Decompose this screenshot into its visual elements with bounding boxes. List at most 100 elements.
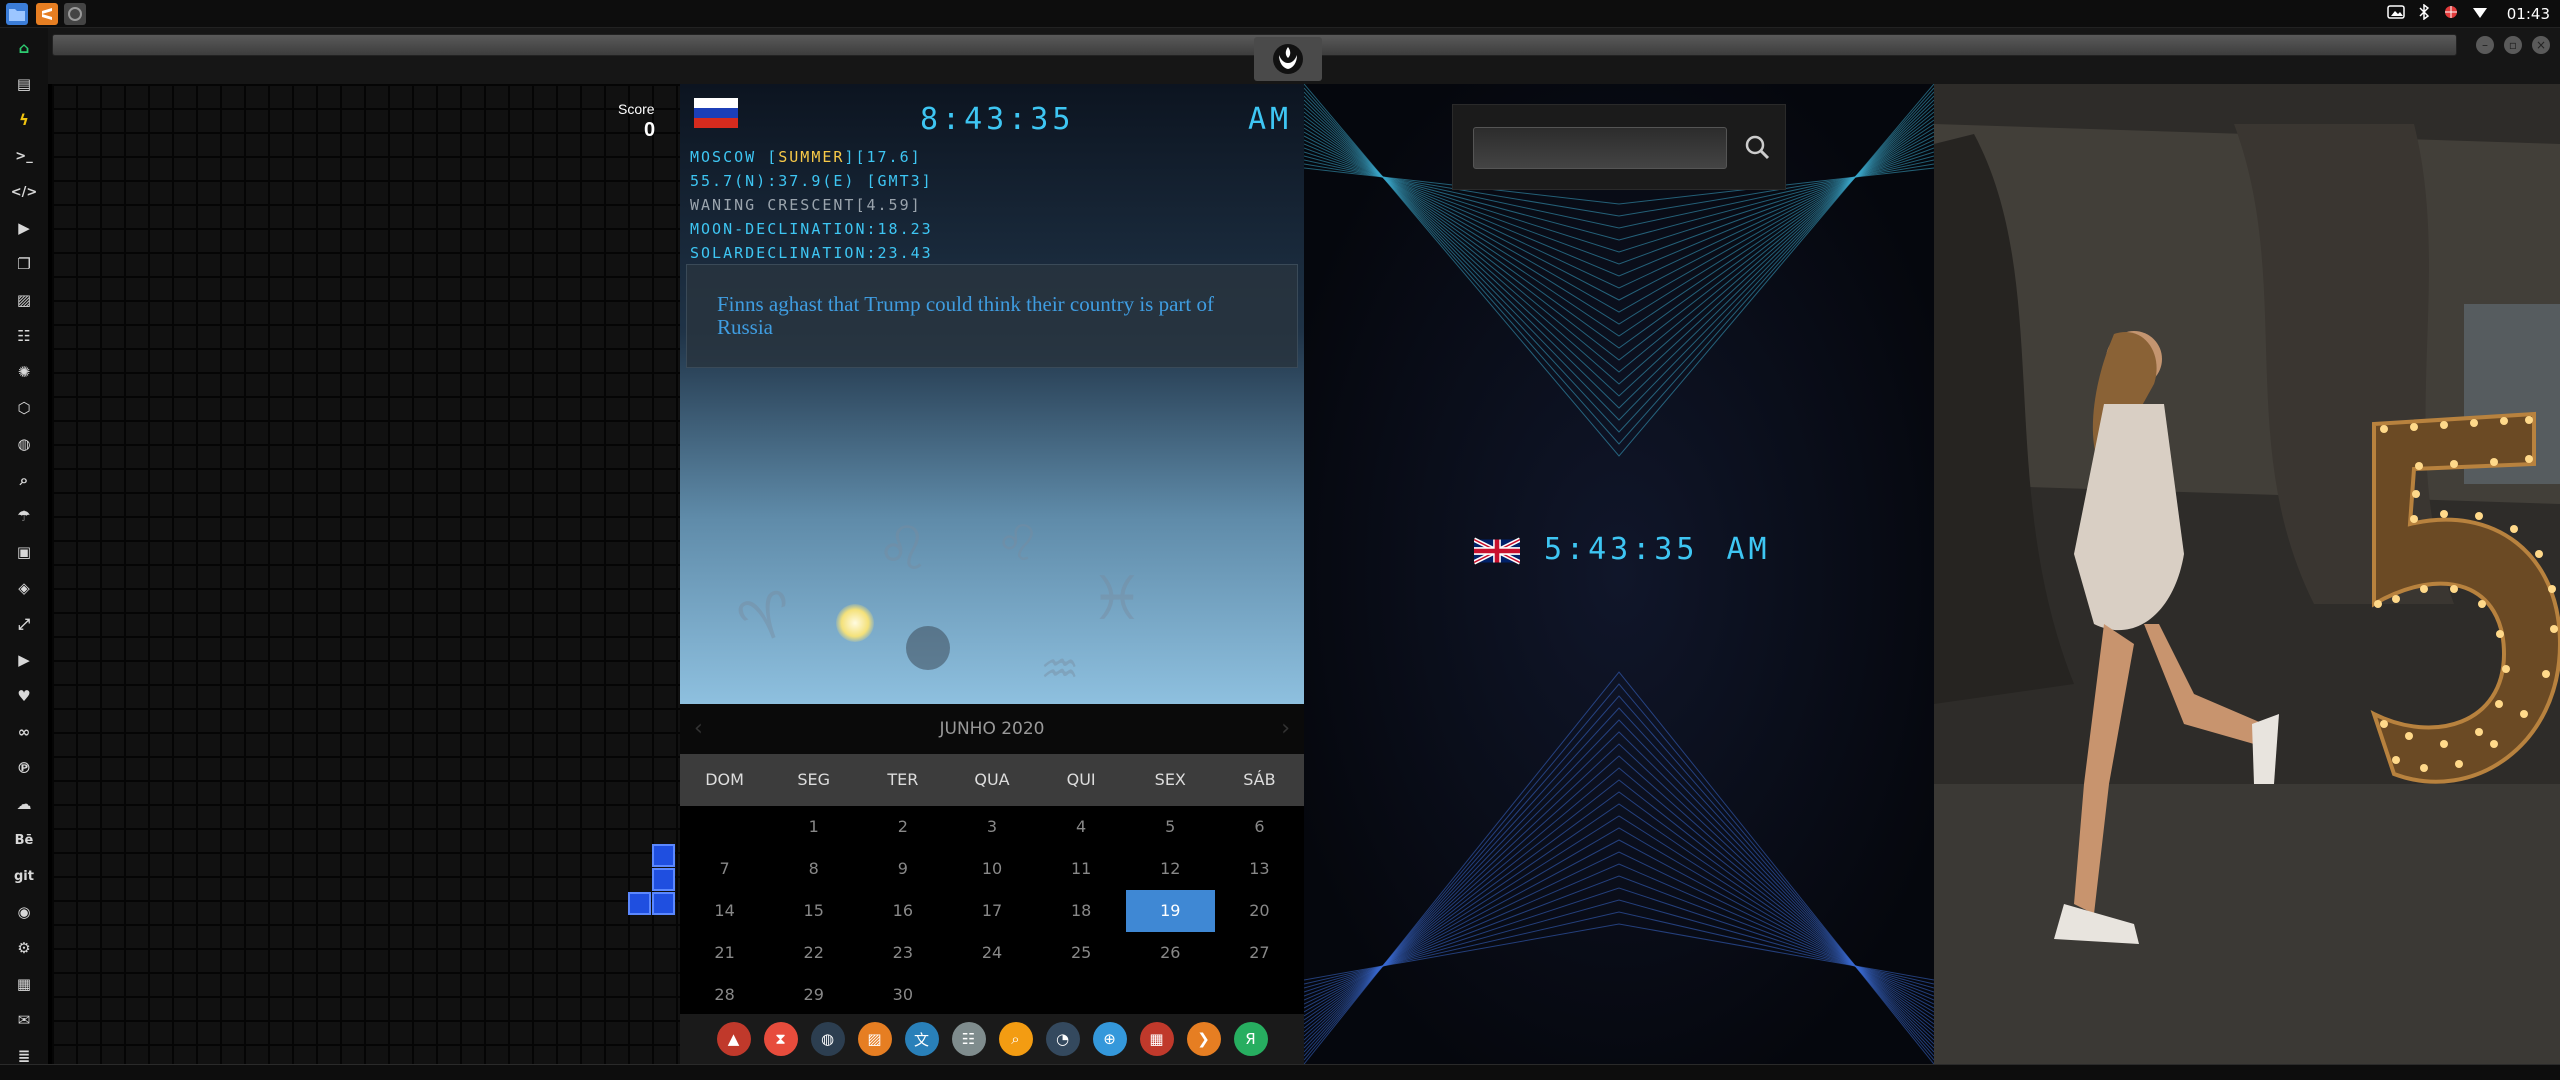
cloud-icon[interactable]: ☁ <box>12 792 36 816</box>
hexagon-icon[interactable]: ⬡ <box>12 396 36 420</box>
settings-icon[interactable]: ✺ <box>12 360 36 384</box>
image-viewer-icon[interactable]: ▨ <box>857 1022 892 1056</box>
web-icon[interactable]: ⊕ <box>1092 1022 1127 1056</box>
calendar-day[interactable]: 6 <box>1215 806 1304 848</box>
minimize-icon[interactable]: – <box>2476 36 2494 54</box>
files-icon[interactable]: ❐ <box>12 252 36 276</box>
play-icon[interactable]: ▶ <box>12 216 36 240</box>
search-input[interactable] <box>1473 127 1727 169</box>
calendar-day[interactable]: 27 <box>1215 932 1304 974</box>
search-icon[interactable] <box>1739 129 1775 165</box>
calendar-day <box>1126 974 1215 1016</box>
infinity-icon[interactable]: ∞ <box>12 720 36 744</box>
calendar-day[interactable]: 15 <box>769 890 858 932</box>
home-icon[interactable]: ⌂ <box>12 36 36 60</box>
git-icon[interactable]: git <box>12 864 36 888</box>
screenshot-icon[interactable] <box>2387 5 2405 23</box>
app-launcher-icon[interactable]: ▲ <box>716 1022 751 1056</box>
tag-icon[interactable]: ◈ <box>12 576 36 600</box>
calendar-day[interactable]: 20 <box>1215 890 1304 932</box>
github-icon[interactable]: ◉ <box>12 900 36 924</box>
tetris-board[interactable] <box>52 84 680 1064</box>
calendar-day[interactable]: 24 <box>947 932 1036 974</box>
maximize-icon[interactable]: ▫ <box>2504 36 2522 54</box>
expand-icon[interactable]: ⤢ <box>12 612 36 636</box>
calendar-day[interactable]: 4 <box>1037 806 1126 848</box>
heart-icon[interactable]: ♥ <box>12 684 36 708</box>
zodiac-sign: ♒ <box>1040 644 1080 695</box>
zodiac-sign: ♈ <box>729 576 805 662</box>
bicycle-icon[interactable]: ⚙ <box>12 936 36 960</box>
bottom-status-bar <box>0 1064 2560 1080</box>
wifi-icon[interactable] <box>2472 5 2487 23</box>
calendar-week: 7 8 9 10 11 12 13 <box>680 848 1304 890</box>
calendar-day[interactable]: 13 <box>1215 848 1304 890</box>
map-icon[interactable]: ▦ <box>12 972 36 996</box>
calendar-day[interactable]: 16 <box>858 890 947 932</box>
calendar-day[interactable]: 1 <box>769 806 858 848</box>
calendar-day[interactable]: 19 <box>1125 890 1215 932</box>
calendar-day[interactable]: 14 <box>680 890 769 932</box>
folder-icon[interactable] <box>6 3 28 25</box>
calendar-day <box>680 806 769 848</box>
news-icon[interactable]: ☷ <box>12 324 36 348</box>
behance-icon[interactable]: Bē <box>12 828 36 852</box>
news-headline[interactable]: Finns aghast that Trump could think thei… <box>687 265 1297 367</box>
arrow-icon[interactable]: ❯ <box>1186 1022 1221 1056</box>
rebel-alliance-icon[interactable] <box>1254 37 1322 81</box>
calendar-day[interactable]: 5 <box>1126 806 1215 848</box>
calendar-day[interactable]: 22 <box>769 932 858 974</box>
calendar-day[interactable]: 17 <box>947 890 1036 932</box>
close-icon[interactable]: × <box>2532 36 2550 54</box>
hourglass-icon[interactable]: ⧗ <box>763 1022 798 1056</box>
calendar-header: ‹ JUNHO 2020 › <box>680 704 1304 754</box>
calendar-day[interactable]: 28 <box>680 974 769 1016</box>
sublime-icon[interactable] <box>36 3 58 25</box>
tetris-block <box>652 868 675 891</box>
calendar-day[interactable]: 11 <box>1037 848 1126 890</box>
calendar-day[interactable]: 23 <box>858 932 947 974</box>
translate-icon[interactable]: 文 <box>904 1022 939 1056</box>
bluetooth-icon[interactable] <box>2419 3 2429 24</box>
image-icon[interactable]: ▨ <box>12 288 36 312</box>
calendar-day[interactable]: 18 <box>1037 890 1126 932</box>
circle-app-icon[interactable] <box>64 3 86 25</box>
document-icon[interactable]: ▤ <box>12 72 36 96</box>
contact-icon[interactable]: ▣ <box>12 540 36 564</box>
calendar-day[interactable]: 26 <box>1126 932 1215 974</box>
lightning-icon[interactable]: ϟ <box>12 108 36 132</box>
globe-dark-icon[interactable]: ◍ <box>810 1022 845 1056</box>
newspaper-icon[interactable]: ☷ <box>951 1022 986 1056</box>
code-icon[interactable]: </> <box>11 180 38 204</box>
tray-clock[interactable]: 01:43 <box>2507 5 2550 23</box>
coordinates-line: 55.7(N):37.9(E) [GMT3] <box>690 172 933 190</box>
calendar-day[interactable]: 3 <box>947 806 1036 848</box>
calendar-day[interactable]: 8 <box>769 848 858 890</box>
calendar-day[interactable]: 21 <box>680 932 769 974</box>
prev-month-icon[interactable]: ‹ <box>694 716 703 741</box>
calendar-day[interactable]: 29 <box>769 974 858 1016</box>
calendar-day <box>947 974 1036 1016</box>
umbrella-icon[interactable]: ☂ <box>12 504 36 528</box>
calendar-day[interactable]: 10 <box>947 848 1036 890</box>
clock-icon[interactable]: ◔ <box>1045 1022 1080 1056</box>
calendar-day[interactable]: 9 <box>858 848 947 890</box>
pinterest-icon[interactable]: ℗ <box>12 756 36 780</box>
calendar-day[interactable]: 7 <box>680 848 769 890</box>
next-month-icon[interactable]: › <box>1281 716 1290 741</box>
yandex-icon[interactable]: Я <box>1233 1022 1268 1056</box>
mail-icon[interactable]: ✉ <box>12 1008 36 1032</box>
bug-icon[interactable] <box>2443 4 2459 24</box>
calendar-day[interactable]: 2 <box>858 806 947 848</box>
search-icon[interactable]: ⌕ <box>12 468 36 492</box>
globe-icon[interactable]: ◍ <box>12 432 36 456</box>
calendar-day[interactable]: 12 <box>1126 848 1215 890</box>
calendar-day[interactable]: 25 <box>1037 932 1126 974</box>
zodiac-sign: ♓ <box>1090 564 1144 634</box>
calendar-day[interactable]: 30 <box>858 974 947 1016</box>
calendar-icon[interactable]: ▦ <box>1139 1022 1174 1056</box>
news-headline-box[interactable]: Finns aghast that Trump could think thei… <box>686 264 1298 368</box>
search-orange-icon[interactable]: ⌕ <box>998 1022 1033 1056</box>
youtube-icon[interactable]: ▶ <box>12 648 36 672</box>
terminal-icon[interactable]: >_ <box>12 144 36 168</box>
